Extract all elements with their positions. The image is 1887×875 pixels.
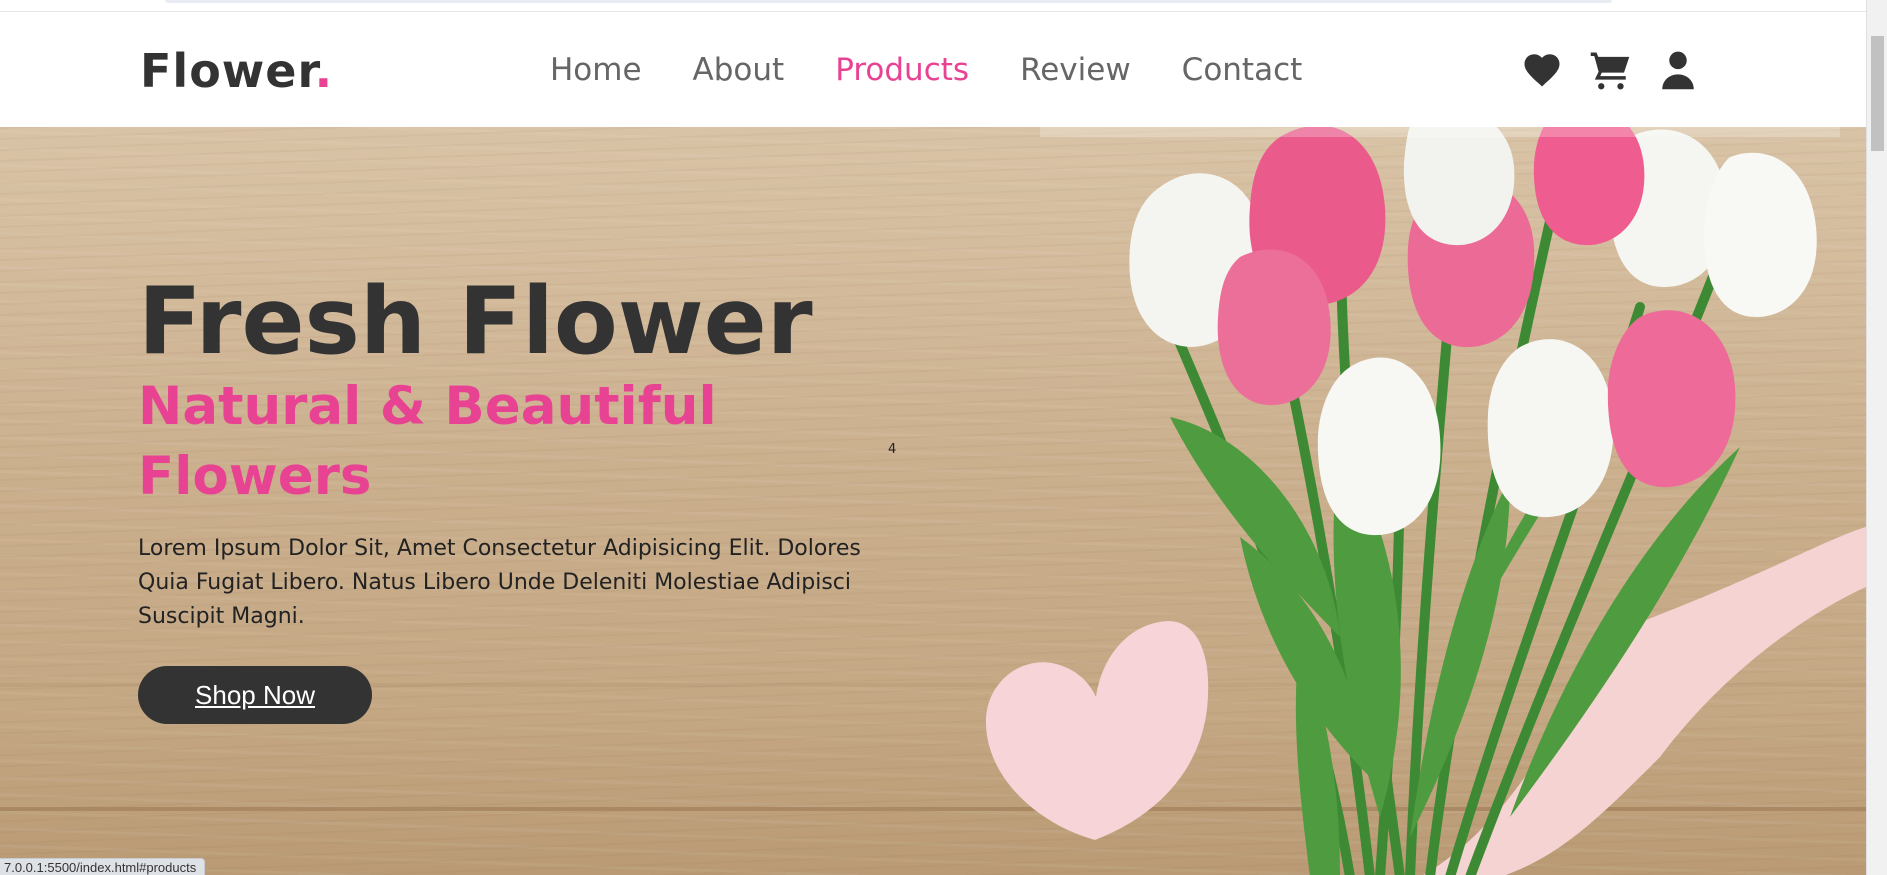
stray-superscript: 4: [888, 442, 897, 457]
logo-dot: .: [314, 44, 334, 98]
main-nav: Home About Products Review Contact: [550, 52, 1353, 88]
browser-top-strip: [0, 0, 1866, 12]
page-scrollbar[interactable]: [1866, 0, 1887, 875]
nav-home[interactable]: Home: [550, 52, 642, 88]
logo[interactable]: Flower.: [140, 44, 333, 98]
scrollbar-thumb[interactable]: [1871, 36, 1884, 151]
hero-subtitle: Natural & Beautiful Flowers: [138, 376, 717, 507]
hero-section: Fresh Flower Natural & Beautiful Flowers…: [0, 127, 1866, 875]
site-header: Flower. Home About Products Review Conta…: [0, 12, 1866, 127]
hero-content: Fresh Flower Natural & Beautiful Flowers…: [138, 266, 908, 724]
hero-title: Fresh Flower: [138, 267, 813, 375]
nav-contact[interactable]: Contact: [1182, 52, 1303, 88]
shop-now-button[interactable]: Shop Now: [138, 666, 372, 724]
shopping-cart-icon[interactable]: [1588, 48, 1632, 92]
heart-icon[interactable]: [1520, 48, 1564, 92]
user-icon[interactable]: [1656, 48, 1700, 92]
status-bar-url: 7.0.0.1:5500/index.html#products: [0, 858, 206, 875]
paper-heart-image: [985, 621, 1209, 840]
nav-about[interactable]: About: [693, 52, 785, 88]
top-divider: [165, 0, 1612, 3]
header-icons: [1520, 48, 1700, 92]
logo-text: Flower: [140, 44, 315, 98]
nav-products[interactable]: Products: [835, 52, 969, 88]
hero-description: Lorem Ipsum Dolor Sit, Amet Consectetur …: [138, 536, 861, 629]
nav-review[interactable]: Review: [1020, 52, 1131, 88]
